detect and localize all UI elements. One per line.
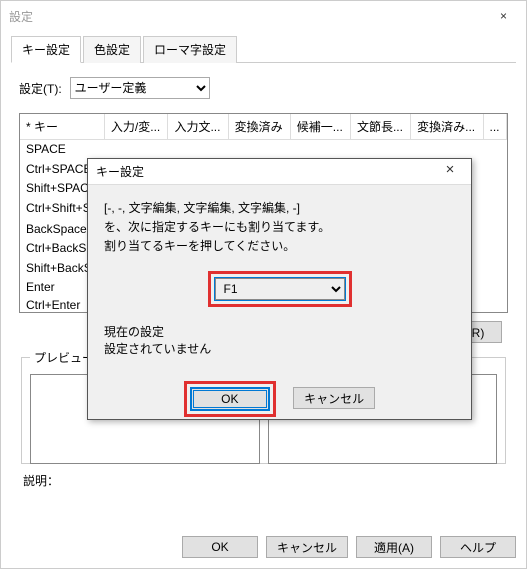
- dialog-titlebar: キー設定 ×: [88, 159, 471, 185]
- key-assign-dialog: キー設定 × [-, -, 文字編集, 文字編集, 文字編集, -] を、次に指…: [87, 158, 472, 420]
- apply-button[interactable]: 適用(A): [356, 536, 432, 558]
- tab-key[interactable]: キー設定: [11, 36, 81, 63]
- setting-label: 設定(T):: [19, 80, 62, 97]
- setting-combo[interactable]: ユーザー定義: [70, 77, 210, 99]
- tab-strip: キー設定 色設定 ローマ字設定: [11, 35, 516, 63]
- col-2[interactable]: 入力文...: [168, 114, 228, 140]
- settings-window: 設定 × キー設定 色設定 ローマ字設定 設定(T): ユーザー定義 * キー …: [0, 0, 527, 569]
- dialog-close-button[interactable]: ×: [435, 161, 465, 178]
- col-key[interactable]: * キー: [20, 114, 104, 140]
- key-input-combo[interactable]: F1: [215, 278, 345, 300]
- table-row[interactable]: SPACE: [20, 140, 507, 159]
- window-title: 設定: [9, 8, 33, 25]
- titlebar: 設定 ×: [1, 1, 526, 31]
- dialog-message: [-, -, 文字編集, 文字編集, 文字編集, -] を、次に指定するキーにも…: [104, 199, 455, 257]
- ok-highlight: OK: [184, 381, 276, 417]
- tab-color[interactable]: 色設定: [83, 36, 141, 63]
- col-3[interactable]: 変換済み: [228, 114, 290, 140]
- col-5[interactable]: 文節長...: [350, 114, 410, 140]
- help-button[interactable]: ヘルプ: [440, 536, 516, 558]
- col-1[interactable]: 入力/変...: [104, 114, 168, 140]
- key-input-highlight: F1: [208, 271, 352, 307]
- dialog-title: キー設定: [96, 163, 144, 180]
- current-setting: 現在の設定 設定されていません: [104, 323, 455, 357]
- ok-button[interactable]: OK: [182, 536, 258, 558]
- dialog-cancel-button[interactable]: キャンセル: [293, 387, 375, 409]
- table-header-row: * キー 入力/変... 入力文... 変換済み 候補一... 文節長... 変…: [20, 114, 507, 140]
- col-6[interactable]: 変換済み...: [411, 114, 483, 140]
- col-4[interactable]: 候補一...: [290, 114, 350, 140]
- footer-buttons: OK キャンセル 適用(A) ヘルプ: [182, 536, 516, 558]
- window-close-button[interactable]: ×: [481, 1, 526, 31]
- col-more[interactable]: ...: [483, 114, 507, 140]
- cancel-button[interactable]: キャンセル: [266, 536, 348, 558]
- description-label: 説明：: [23, 472, 504, 489]
- dialog-ok-button[interactable]: OK: [191, 388, 269, 410]
- tab-romaji[interactable]: ローマ字設定: [143, 36, 237, 63]
